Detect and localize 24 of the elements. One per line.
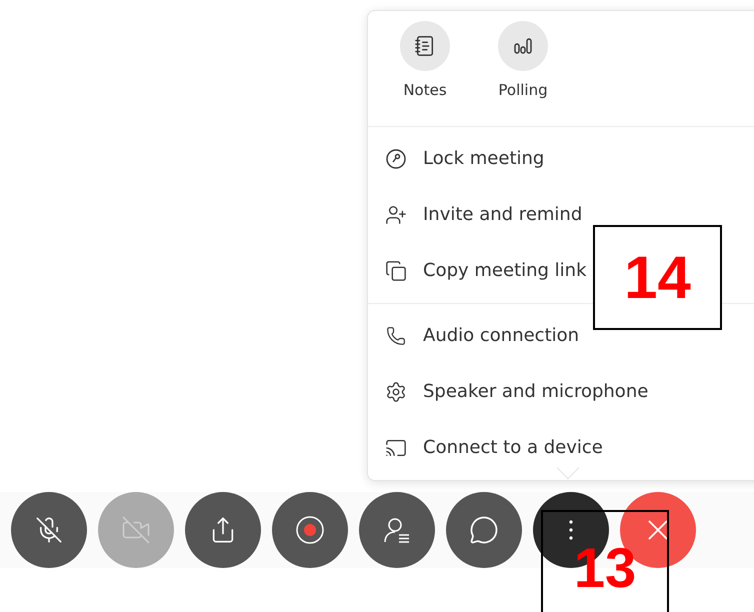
callout-box: 13 — [541, 510, 669, 612]
chat-icon — [469, 515, 499, 545]
menu-item-label: Copy meeting link — [423, 259, 587, 283]
video-off-icon — [121, 515, 151, 545]
menu-item-label: Audio connection — [423, 324, 580, 348]
muted-microphone-icon — [35, 516, 63, 544]
record-icon — [295, 515, 325, 545]
menu-item[interactable]: Speaker and microphone — [368, 364, 754, 420]
app-tile[interactable]: Notes — [390, 21, 460, 102]
menu-item-label: Connect to a device — [423, 436, 603, 460]
menu-item[interactable]: Connect to a device — [368, 420, 754, 476]
callout-box: 14 — [593, 225, 722, 330]
settings-icon — [385, 380, 407, 402]
phone-icon — [386, 326, 406, 346]
copy-icon — [385, 260, 407, 282]
menu-item[interactable]: Lock meeting — [368, 130, 754, 186]
more-icon — [569, 520, 573, 540]
notepad-icon — [414, 35, 436, 57]
menu-item-label: Lock meeting — [423, 147, 544, 171]
add-person-icon — [385, 204, 407, 226]
menu-item-label: Invite and remind — [423, 203, 582, 227]
key-icon — [385, 148, 407, 170]
app-tile[interactable]: Polling — [488, 21, 558, 102]
menu-item-label: Speaker and microphone — [423, 380, 648, 404]
